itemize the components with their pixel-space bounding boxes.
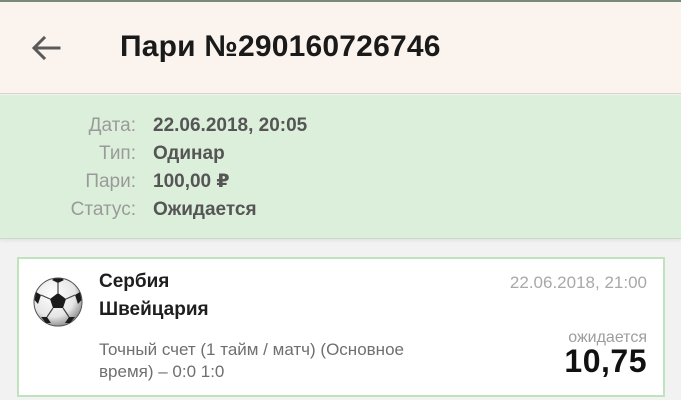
team-home: Сербия (99, 271, 170, 292)
soccer-ball-icon (33, 277, 83, 327)
bet-details-panel: Дата: 22.06.2018, 20:05 Тип: Одинар Пари… (0, 95, 681, 239)
detail-row-stake: Пари: 100,00 ₽ (0, 169, 681, 195)
detail-row-status: Статус: Ожидается (0, 197, 681, 223)
market-description: Точный счет (1 тайм / матч) (Основное вр… (99, 340, 404, 381)
detail-value: 22.06.2018, 20:05 (153, 115, 308, 136)
bet-event-card[interactable]: Сербия Швейцария 22.06.2018, 21:00 Точны… (17, 257, 665, 397)
event-date: 22.06.2018, 21:00 (509, 273, 647, 292)
detail-label: Статус: (70, 199, 136, 220)
detail-row-type: Тип: Одинар (0, 141, 681, 167)
detail-value: Ожидается (153, 199, 257, 220)
back-button[interactable] (22, 28, 70, 68)
app-bar: Пари №290160726746 (0, 2, 681, 94)
team-away: Швейцария (99, 299, 209, 320)
detail-value: 100,00 ₽ (153, 171, 230, 192)
odds-value: 10,75 (564, 343, 647, 379)
arrow-back-icon (31, 35, 61, 61)
page-title: Пари №290160726746 (120, 30, 441, 63)
detail-value: Одинар (153, 143, 225, 164)
detail-row-date: Дата: 22.06.2018, 20:05 (0, 113, 681, 139)
detail-label: Тип: (99, 143, 136, 164)
detail-label: Дата: (88, 115, 136, 136)
detail-label: Пари: (85, 171, 136, 192)
